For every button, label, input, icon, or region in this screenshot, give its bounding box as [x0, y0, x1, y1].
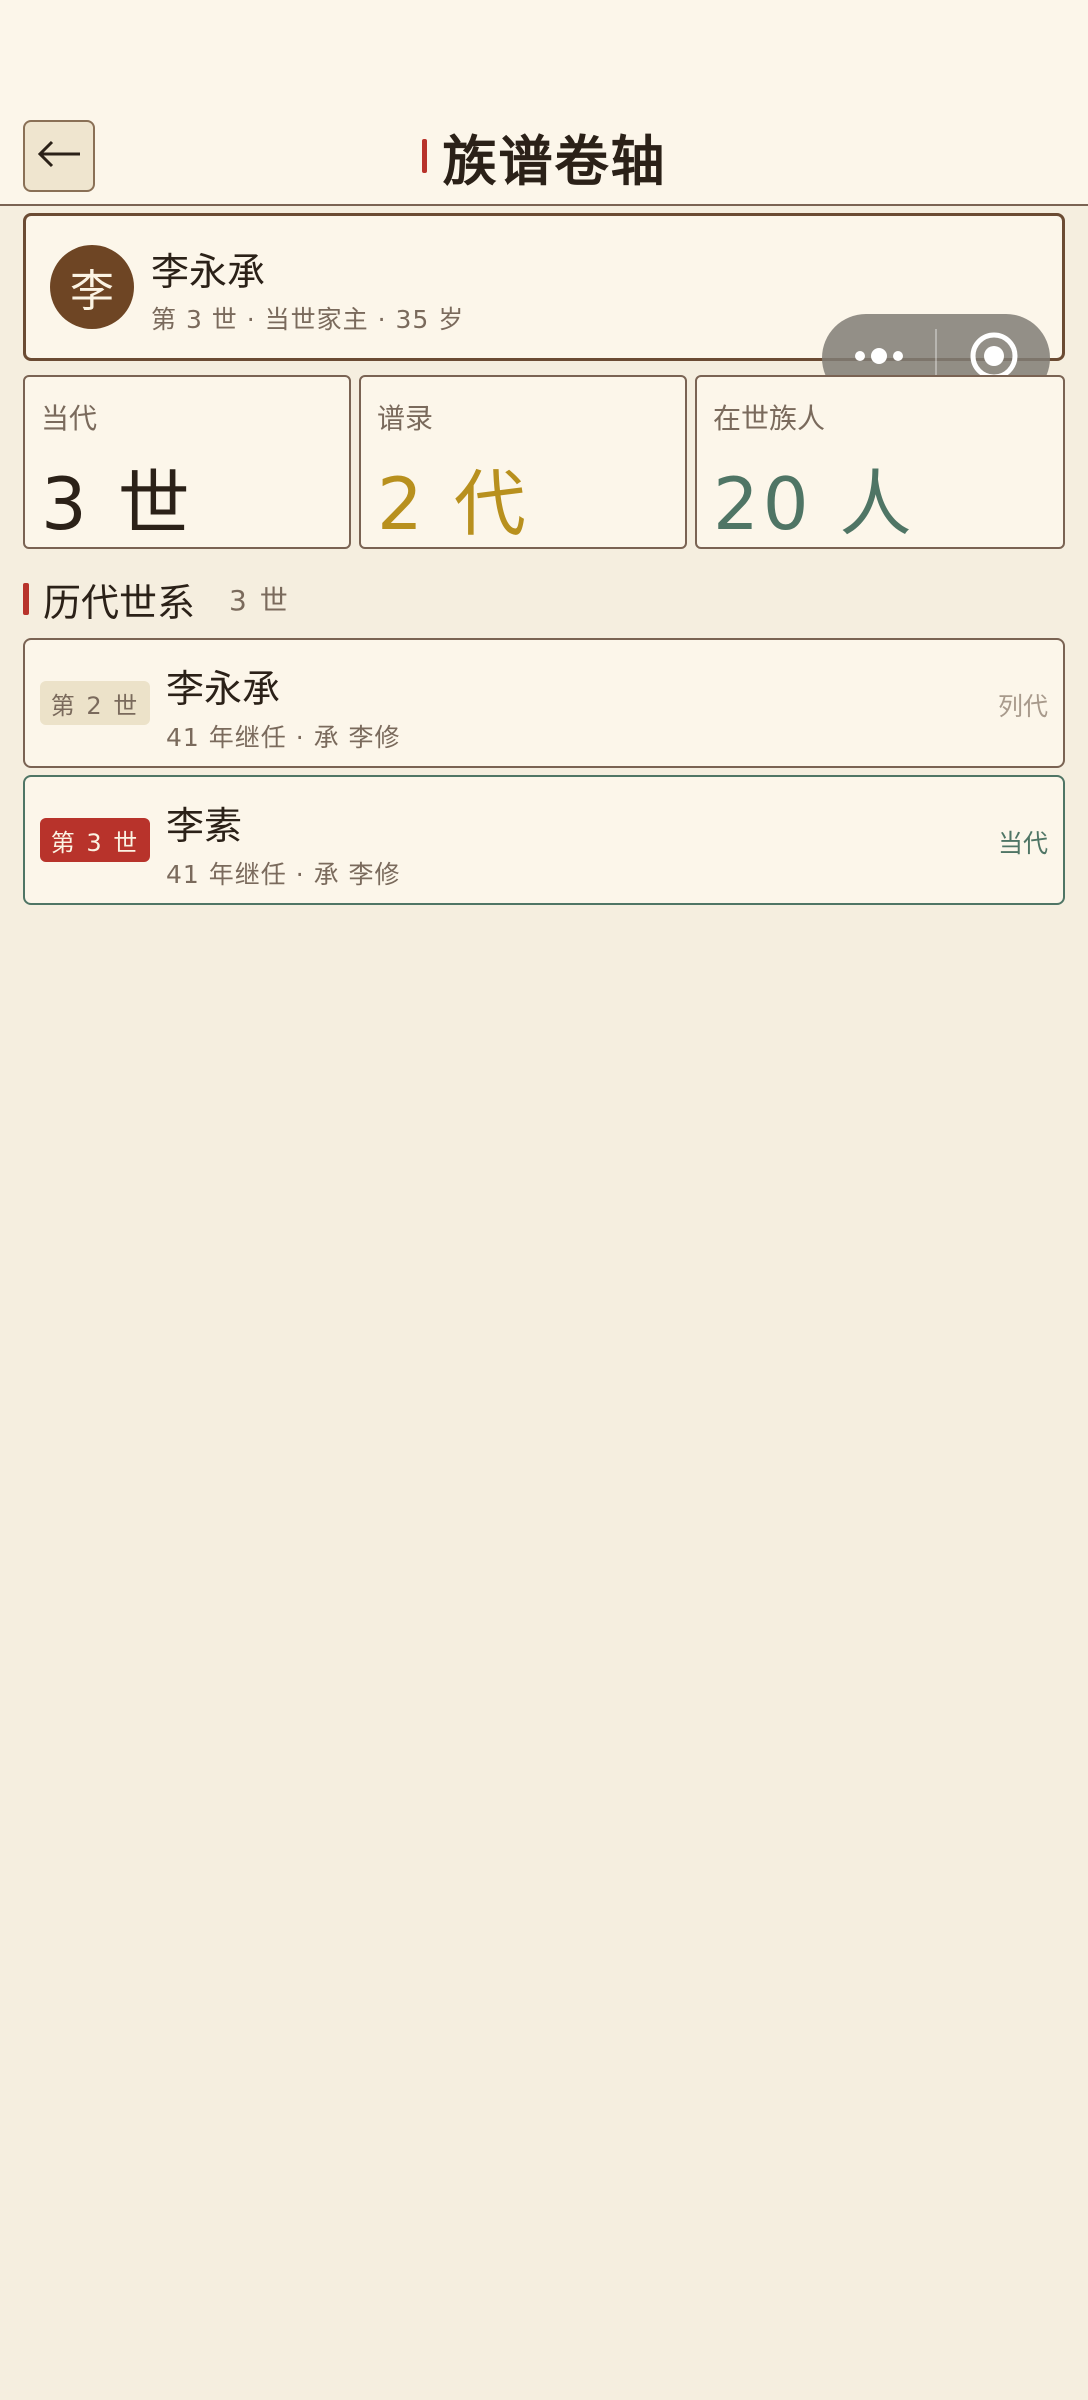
stat-value: 2 代 [377, 462, 530, 546]
profile-subtitle: 第 3 世 · 当世家主 · 35 岁 [151, 305, 465, 334]
stat-label: 谱录 [377, 402, 434, 435]
stat-value: 3 世 [41, 462, 194, 546]
generation-badge: 第 2 世 [40, 681, 150, 725]
avatar: 李 [50, 245, 134, 329]
title-accent-bar [421, 139, 427, 173]
generation-row-current[interactable]: 第 3 世 李素 41 年继任 · 承 李修 当代 [23, 775, 1065, 905]
stat-card-living-members: 在世族人 20 人 [695, 375, 1065, 549]
generation-row[interactable]: 第 2 世 李永承 41 年继任 · 承 李修 列代 [23, 638, 1065, 768]
generation-tag: 当代 [997, 829, 1048, 858]
stat-label: 在世族人 [713, 402, 826, 435]
profile-name: 李永承 [151, 250, 266, 294]
generation-detail: 41 年继任 · 承 李修 [166, 860, 401, 889]
stat-card-current-generation: 当代 3 世 [23, 375, 351, 549]
generation-tag: 列代 [997, 692, 1048, 721]
section-count: 3 世 [229, 584, 290, 617]
section-title: 历代世系 [43, 580, 196, 625]
generation-badge: 第 3 世 [40, 818, 150, 862]
page-title: 族谱卷轴 [442, 129, 667, 193]
top-nav-bar: 族谱卷轴 [0, 0, 1088, 206]
section-header: 历代世系 3 世 [23, 574, 290, 625]
title-group: 族谱卷轴 [0, 120, 1088, 193]
generation-name: 李素 [166, 804, 243, 848]
stat-value: 20 人 [713, 462, 916, 546]
section-accent-bar [23, 583, 29, 615]
more-dots-icon [854, 346, 904, 370]
generation-detail: 41 年继任 · 承 李修 [166, 723, 401, 752]
stat-label: 当代 [41, 402, 98, 435]
generation-name: 李永承 [166, 667, 281, 711]
stat-card-records: 谱录 2 代 [359, 375, 687, 549]
